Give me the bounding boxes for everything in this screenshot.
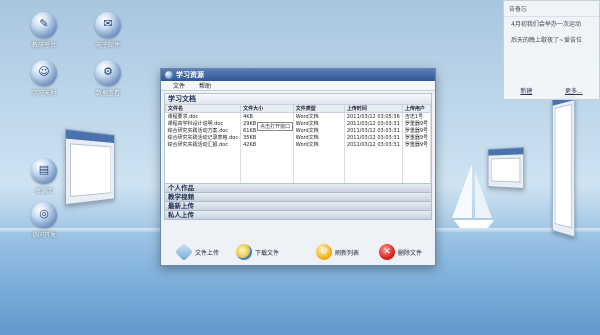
mail-icon: ✉ (103, 17, 113, 30)
col-uploader[interactable]: 上传用户 (401, 104, 432, 113)
section-personal-works[interactable]: 个人作品 (164, 184, 432, 193)
memo-line-2: 后天的晚上歇夜了~爱告位 (511, 37, 583, 44)
col-size[interactable]: 文件大小 (240, 104, 294, 113)
table-row-empty (165, 148, 432, 155)
desktop-icon-teaching-platform[interactable]: ✎ 教研平台 (18, 12, 70, 49)
col-filename[interactable]: 文件名 (164, 104, 242, 113)
upload-button[interactable]: 文件上传 (174, 242, 219, 262)
refresh-button[interactable]: ↻ 刷新列表 (316, 244, 359, 260)
documents-section-title[interactable]: 学习文档 (165, 94, 431, 104)
memo-new-link[interactable]: 新建 (520, 86, 532, 95)
desktop-icon-resources[interactable]: ▤ 资源库 (18, 158, 70, 195)
menu-bar: 文件 帮助 (161, 81, 435, 91)
table-row-empty (165, 176, 432, 183)
refresh-icon: ↻ (316, 244, 332, 260)
desktop-icon-email[interactable]: ✉ 电子邮件 (82, 12, 134, 49)
action-toolbar: 文件上传 下载文件 ↻ 刷新列表 ✕ 删除文件 (164, 241, 432, 263)
desktop-icon-study[interactable]: ☺ 学习天地 (18, 60, 70, 97)
download-button[interactable]: 下载文件 (236, 244, 279, 260)
gear-icon: ⚙ (103, 65, 113, 78)
memo-more-link[interactable]: 更多... (565, 86, 583, 95)
delete-icon: ✕ (379, 244, 395, 260)
window-titlebar[interactable]: 学习资源 (161, 69, 435, 81)
upload-icon (174, 242, 194, 262)
face-icon: ☺ (38, 65, 50, 78)
col-type[interactable]: 文件类型 (292, 104, 345, 113)
window-title: 学习资源 (176, 71, 204, 79)
download-icon (236, 244, 252, 260)
table-row[interactable]: 综合研究实践活动汇报.doc 42KB Word文档 2011/03/12 03:03… (165, 141, 432, 148)
table-row[interactable]: 综合研究实践活动记录表格.doc 35KB Word文档 2011/03/12 03:… (165, 134, 432, 141)
floating-window-right-small[interactable] (487, 146, 525, 190)
floating-window-right-large[interactable] (552, 92, 576, 238)
table-row-empty (165, 162, 432, 169)
floating-window-left[interactable] (65, 128, 115, 206)
table-row-empty (165, 155, 432, 162)
documents-section: 学习文档 文件名 文件大小 文件类型 上传时间 上传用户 课程要求.doc 4KB… (164, 93, 432, 184)
section-latest-uploads[interactable]: 最新上传 (164, 202, 432, 211)
memo-title: 告备忘 (504, 1, 599, 17)
memo-line-1: 4月初我们会举办一次运动 (511, 21, 581, 28)
menu-file[interactable]: 文件 (173, 81, 185, 90)
section-private-uploads[interactable]: 私人上传 (164, 211, 432, 220)
circle-icon: ◎ (39, 207, 49, 220)
tooltip: 点击打开窗口 (257, 122, 294, 131)
menu-help[interactable]: 帮助 (199, 81, 211, 90)
col-upload-time[interactable]: 上传时间 (343, 104, 403, 113)
pen-icon: ✎ (39, 17, 49, 30)
desktop-icon-data[interactable]: ⚙ 数据查看 (82, 60, 134, 97)
memo-widget: 告备忘 4月初我们会举办一次运动 后天的晚上歇夜了~爱告位 新建 更多... (503, 0, 600, 100)
section-teaching-videos[interactable]: 教学视频 (164, 193, 432, 202)
delete-button[interactable]: ✕ 删除文件 (379, 244, 422, 260)
desktop-icon-collaboration[interactable]: ◎ 协同开发 (18, 202, 70, 239)
learning-resources-window: 学习资源 文件 帮助 学习文档 文件名 文件大小 文件类型 上传时间 上传用户 … (160, 68, 436, 266)
table-row[interactable]: 课程要求.doc 4KB Word文档 2011/03/12 03:05:36 吉忠1号 (165, 112, 432, 120)
table-row[interactable]: 课程高学科设计说明.doc 29KB Word文档 2011/03/12 03:03:… (165, 120, 432, 127)
documents-table: 文件名 文件大小 文件类型 上传时间 上传用户 课程要求.doc 4KB Word文… (164, 104, 432, 183)
app-icon (165, 71, 173, 79)
table-row-empty (165, 169, 432, 176)
table-row[interactable]: 综合研究实践活动方案.doc 61KB Word文档 2011/03/12 03:03… (165, 127, 432, 134)
folder-icon: ▤ (38, 163, 50, 176)
